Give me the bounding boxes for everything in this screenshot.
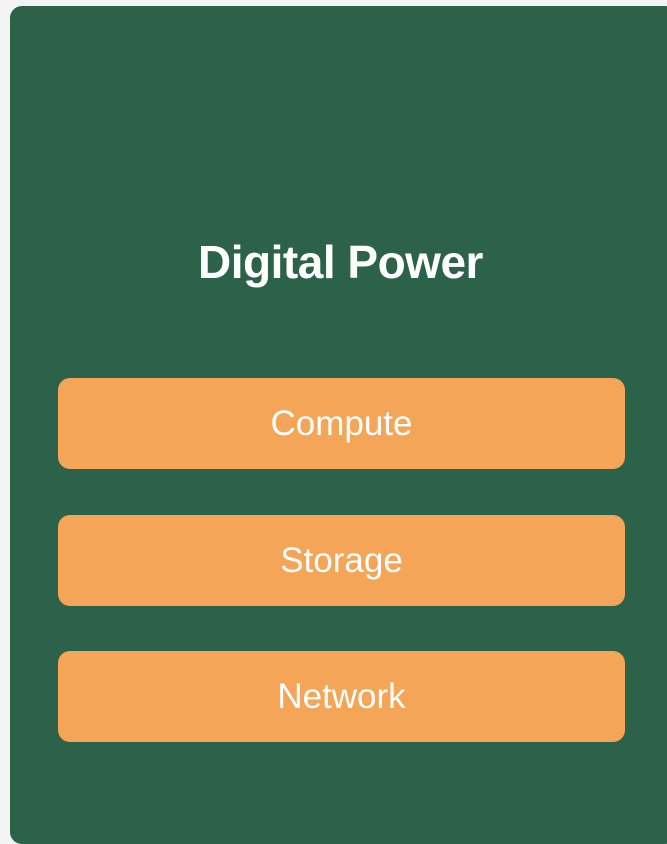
network-button[interactable]: Network [58,651,625,742]
storage-button[interactable]: Storage [58,515,625,606]
card-title: Digital Power [198,236,483,288]
category-card: Digital Power Compute Storage Network [10,6,667,844]
compute-button[interactable]: Compute [58,378,625,469]
